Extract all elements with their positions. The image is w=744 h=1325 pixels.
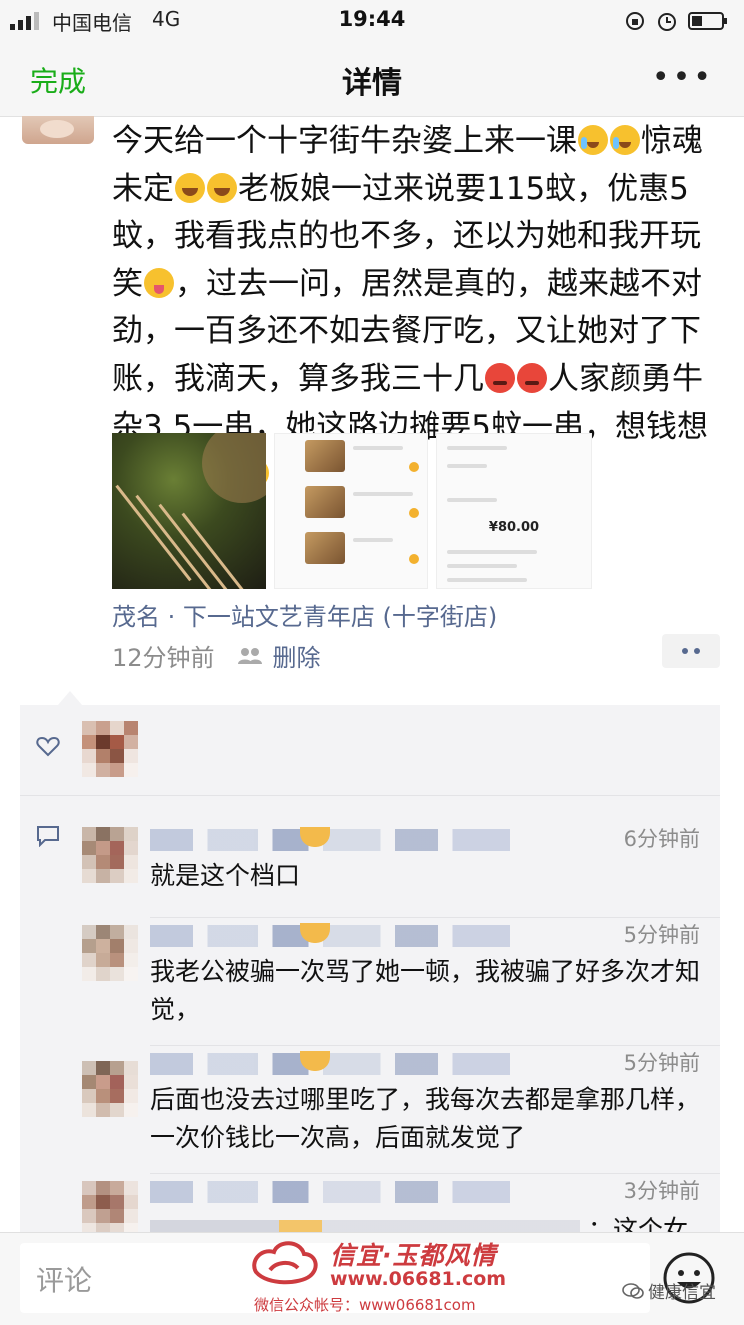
comment-text: 就是这个档口 <box>150 861 301 890</box>
watermark-url: www.06681.com <box>330 1268 507 1290</box>
commenter-name-blurred[interactable] <box>150 1181 510 1203</box>
page-title: 详情 <box>342 66 402 101</box>
post-text-segment: 惊魂 <box>641 123 703 159</box>
nav-bar: 完成 详情 ••• <box>0 40 744 117</box>
post-text-line: 劲，一百多还不如去餐厅吃，又让她对了下 <box>112 308 724 356</box>
comment-time: 5分钟前 <box>623 923 700 947</box>
comment-placeholder: 评论 <box>36 1264 93 1297</box>
alarm-icon <box>658 13 676 31</box>
battery-icon <box>688 12 727 30</box>
post-photo-receipt[interactable]: ¥80.00 <box>436 433 592 589</box>
laugh-emoji-icon <box>175 172 205 203</box>
likes-row <box>20 705 720 796</box>
comment-time: 6分钟前 <box>623 827 700 851</box>
post-text-segment: 劲，一百多还不如去餐厅吃，又让她对了下 <box>112 313 701 350</box>
rotation-lock-icon <box>626 12 644 30</box>
comment-text: 后面也没去过哪里吃了，我每次去都是拿那几样，一次价钱比一次高，后面就发觉了 <box>150 1085 701 1152</box>
commenter-avatar[interactable] <box>82 925 138 981</box>
post-text-segment: 蚊，我看我点的也不多，还以为她和我开玩 <box>112 218 701 255</box>
post-text-segment: 账，我滴天，算多我三十几 <box>112 360 484 397</box>
people-icon <box>237 647 262 664</box>
post-text-segment: 今天给一个十字街牛杂婆上来一课 <box>112 123 577 159</box>
interaction-panel: 6分钟前 就是这个档口 5分钟前 我老公被骗一次骂了她一顿，我被骗了好多次才知觉… <box>20 691 720 1282</box>
liker-avatar[interactable] <box>82 721 138 777</box>
watermark-title: 信宜·玉都风情 <box>330 1241 497 1270</box>
comment-time: 3分钟前 <box>623 1179 700 1203</box>
post-text-segment: ，过去一问，居然是真的，越来越不对 <box>175 265 702 302</box>
author-avatar[interactable] <box>22 116 94 144</box>
watermark-logo-icon <box>252 1241 318 1285</box>
photo-grid: ¥80.00 <box>112 433 592 589</box>
watermark-subtitle: 微信公众帐号：www06681com <box>254 1296 476 1314</box>
post-text-line: 笑 ，过去一问，居然是真的，越来越不对 <box>112 261 724 309</box>
more-options-button[interactable]: ••• <box>652 60 714 95</box>
post-action-button[interactable] <box>662 634 720 668</box>
post-text-segment: 老板娘一过来说要115蚊，优惠5 <box>238 170 689 207</box>
comment-item[interactable]: 6分钟前 就是这个档口 <box>20 823 720 919</box>
commenter-avatar[interactable] <box>82 827 138 883</box>
post-text-segment: 未定 <box>112 170 174 207</box>
commenter-name-blurred[interactable] <box>150 923 510 947</box>
post-text-line: 蚊，我看我点的也不多，还以为她和我开玩 <box>112 213 724 261</box>
laugh-emoji-icon <box>207 172 237 203</box>
cry-emoji-icon <box>610 125 640 155</box>
post-text-segment: 笑 <box>112 265 143 302</box>
angry-emoji-icon <box>517 362 547 393</box>
post-text-line: 今天给一个十字街牛杂婆上来一课 惊魂 <box>112 118 724 166</box>
post-text-segment: 人家颜勇牛 <box>548 360 703 397</box>
post-text-line: 账，我滴天，算多我三十几 人家颜勇牛 <box>112 356 724 404</box>
commenter-avatar[interactable] <box>82 1181 138 1237</box>
comment-text: 我老公被骗一次骂了她一顿，我被骗了好多次才知觉， <box>150 957 701 1024</box>
watermark: 信宜·玉都风情 www.06681.com 微信公众帐号：www06681com <box>250 1236 510 1318</box>
post-text-line: 未定 老板娘一过来说要115蚊，优惠5 <box>112 166 724 214</box>
post-time: 12分钟前 <box>112 644 215 672</box>
status-bar: 中国电信 4G 19:44 <box>0 0 744 40</box>
watermark-corner: 健康信宜 <box>622 1278 716 1303</box>
wechat-icon <box>622 1282 644 1299</box>
cry-emoji-icon <box>578 125 608 155</box>
comment-item[interactable]: 5分钟前 我老公被骗一次骂了她一顿，我被骗了好多次才知觉， <box>20 919 720 1047</box>
tongue-emoji-icon <box>144 267 174 298</box>
comment-item[interactable]: 5分钟前 后面也没去过哪里吃了，我每次去都是拿那几样，一次价钱比一次高，后面就发… <box>20 1047 720 1175</box>
commenter-name-blurred[interactable] <box>150 827 510 851</box>
commenter-name-blurred[interactable] <box>150 1051 510 1075</box>
post-photo-food[interactable] <box>112 433 266 589</box>
commenter-avatar[interactable] <box>82 1061 138 1117</box>
heart-icon <box>36 736 60 757</box>
delete-button[interactable]: 删除 <box>273 638 321 673</box>
post-photo-menu[interactable] <box>274 433 428 589</box>
comment-time: 5分钟前 <box>623 1051 700 1075</box>
angry-emoji-icon <box>485 362 515 393</box>
receipt-amount: ¥80.00 <box>488 520 540 535</box>
post-location-link[interactable]: 茂名 · 下一站文艺青年店 (十字街店) <box>112 597 497 632</box>
